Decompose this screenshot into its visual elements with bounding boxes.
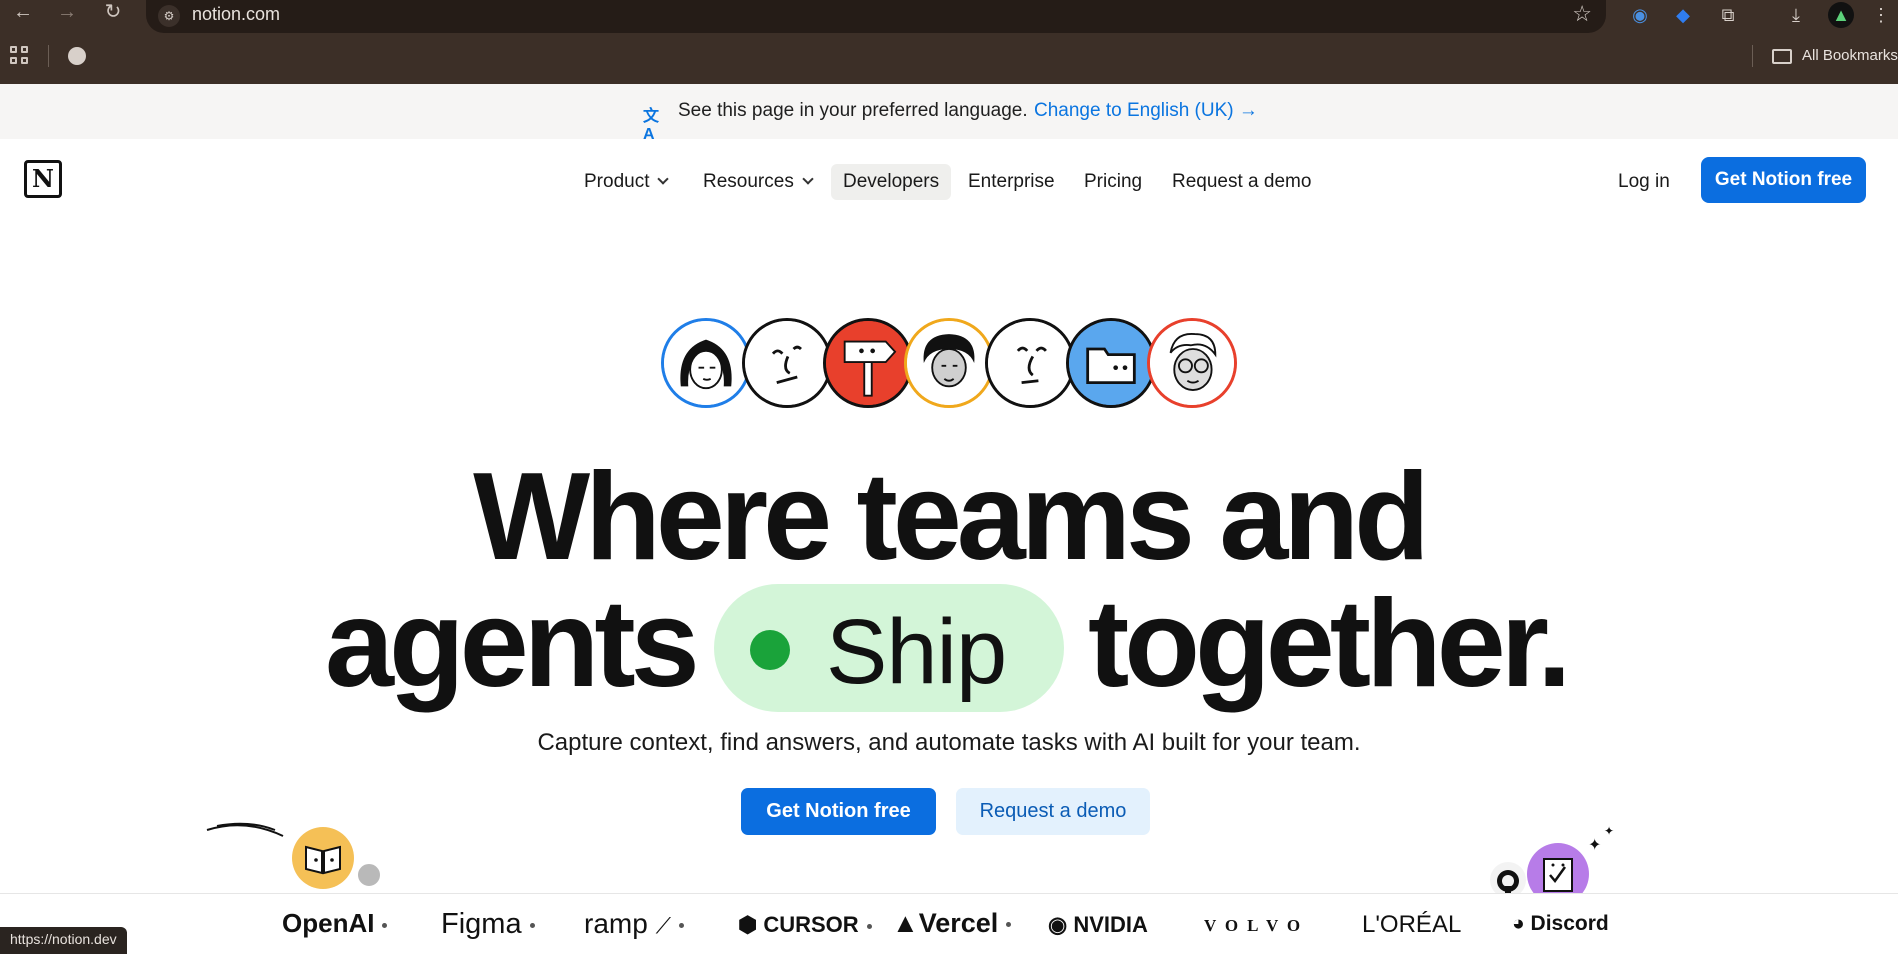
sparkle-small-icon: ✦ (1604, 824, 1615, 838)
avatar-signpost-icon (823, 318, 913, 408)
nav-developers[interactable]: Developers (831, 164, 952, 200)
chevron-down-icon (802, 173, 814, 185)
avatar-row (661, 318, 1237, 410)
browser-toolbar: ← → ↻ ⚙ notion.com ☆ ◉ ◆ ⧉ ⤓ ▲ ⋮ (0, 0, 1898, 33)
login-link[interactable]: Log in (1618, 164, 1670, 200)
hero-rotating-pill: Ship (714, 584, 1064, 712)
profile-avatar[interactable]: ▲ (1828, 2, 1854, 28)
language-banner-text: See this page in your preferred language… (678, 100, 1028, 121)
nav-pricing[interactable]: Pricing (1072, 164, 1154, 200)
nav-resources-label: Resources (703, 171, 794, 192)
hero-headline-line1: Where teams and (473, 448, 1430, 586)
reload-icon[interactable]: ↻ (96, 0, 130, 26)
address-url[interactable]: notion.com (192, 4, 280, 25)
get-notion-free-header-button[interactable]: Get Notion free (1701, 157, 1866, 203)
logo-nvidia-text: NVIDIA (1073, 912, 1148, 937)
nav-product[interactable]: Product (572, 164, 679, 200)
chevron-down-icon (657, 173, 670, 185)
avatar-glasses-icon (1147, 318, 1237, 408)
language-banner: 文A See this page in your preferred langu… (0, 84, 1898, 143)
nav-enterprise[interactable]: Enterprise (956, 164, 1067, 200)
logo-cursor: ⬢ CURSOR (738, 912, 872, 938)
logo-cursor-text: CURSOR (763, 912, 859, 937)
logo-openai-text: OpenAI (282, 908, 375, 938)
hero-pill-word: Ship (826, 601, 1007, 703)
notion-logo[interactable]: N (24, 160, 62, 198)
apps-grid-icon[interactable] (10, 46, 30, 66)
logo-volvo: VOLVO (1204, 916, 1310, 935)
hero-word-agents: agents (325, 575, 700, 713)
avatar-minimal-face-icon (985, 318, 1075, 408)
forward-icon[interactable]: → (50, 0, 84, 26)
bookmarks-divider (48, 45, 49, 67)
folder-icon (1772, 49, 1792, 64)
bookmarks-bar: All Bookmarks (0, 33, 1898, 84)
request-demo-button[interactable]: Request a demo (956, 788, 1150, 835)
downloads-icon[interactable]: ⤓ (1783, 2, 1809, 28)
book-icon (292, 827, 354, 889)
extensions-puzzle-icon[interactable]: ⧉ (1715, 2, 1741, 28)
hero-word-together: together. (1088, 575, 1572, 713)
nav-resources[interactable]: Resources (691, 164, 824, 200)
customer-logos-strip: OpenAI Figma ramp ⟋ ⬢ CURSOR ▲Vercel ◉ N… (0, 893, 1898, 957)
avatar-woman-icon (661, 318, 751, 408)
sparkle-icon: ✦ (1588, 837, 1602, 854)
logo-ramp-text: ramp (584, 908, 648, 939)
get-notion-free-button[interactable]: Get Notion free (741, 788, 936, 835)
logo-loreal: L'ORÉAL (1362, 911, 1462, 938)
logo-nvidia: ◉ NVIDIA (1048, 912, 1148, 937)
nav-product-label: Product (584, 171, 650, 192)
site-settings-icon[interactable]: ⚙ (158, 5, 180, 27)
logo-discord-text: Discord (1530, 912, 1609, 935)
bookmark-star-icon[interactable]: ☆ (1572, 1, 1592, 27)
hero-subtitle: Capture context, find answers, and autom… (537, 729, 1361, 756)
extension-tag-icon[interactable]: ◆ (1670, 2, 1696, 28)
browser-menu-icon[interactable]: ⋮ (1868, 2, 1894, 28)
logo-openai: OpenAI (282, 908, 388, 939)
logo-vercel-text: Vercel (918, 908, 999, 938)
nav-request-demo[interactable]: Request a demo (1160, 164, 1323, 200)
translate-icon: 文A (643, 108, 660, 143)
address-bar[interactable]: ⚙ notion.com ☆ (146, 0, 1606, 33)
hero-headline-line2: agents Ship together. (0, 582, 1898, 712)
logo-figma: Figma (441, 908, 535, 941)
chat-bubble-icon (356, 862, 382, 888)
extension-colorful-icon[interactable]: ◉ (1627, 2, 1653, 28)
avatar-face-icon (742, 318, 832, 408)
change-language-link[interactable]: Change to English (UK) → (1034, 100, 1258, 122)
bookmarks-divider-right (1752, 45, 1753, 67)
motion-lines-icon (206, 822, 284, 837)
back-icon[interactable]: ← (6, 0, 40, 26)
avatar-curly-hair-icon (904, 318, 994, 408)
all-bookmarks[interactable]: All Bookmarks (1802, 47, 1898, 64)
avatar-folder-icon (1066, 318, 1156, 408)
logo-ramp: ramp ⟋ (584, 908, 684, 940)
logo-figma-text: Figma (441, 908, 522, 940)
logo-vercel: ▲Vercel (892, 908, 1012, 939)
link-hover-status: https://notion.dev (0, 927, 127, 954)
status-dot (750, 630, 790, 670)
logo-discord: ◕ Discord (1512, 912, 1609, 935)
globe-bookmark-icon[interactable] (68, 47, 86, 65)
